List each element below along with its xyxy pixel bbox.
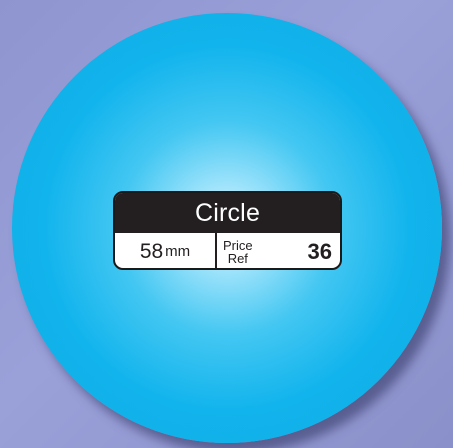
price-ref-number: 36 — [307, 238, 332, 264]
price-ref-box: Price Ref 36 — [217, 233, 340, 268]
price-label-line-2: Ref — [227, 250, 248, 266]
shape-name: Circle — [194, 198, 261, 227]
shape-size: 58 mm — [115, 233, 217, 268]
shape-size-value: 58 — [139, 240, 164, 263]
shape-size-unit: mm — [165, 243, 191, 260]
shape-name-bar: Circle — [115, 193, 340, 233]
price-label-line-1: Price — [223, 237, 253, 253]
preview-stage: Circle 58 mm Price Ref 36 — [0, 0, 453, 448]
shape-details-row: 58 mm Price Ref 36 — [115, 233, 340, 268]
price-ref-label: Price Ref — [223, 239, 253, 265]
shape-info-label: Circle 58 mm Price Ref 36 — [113, 191, 342, 270]
